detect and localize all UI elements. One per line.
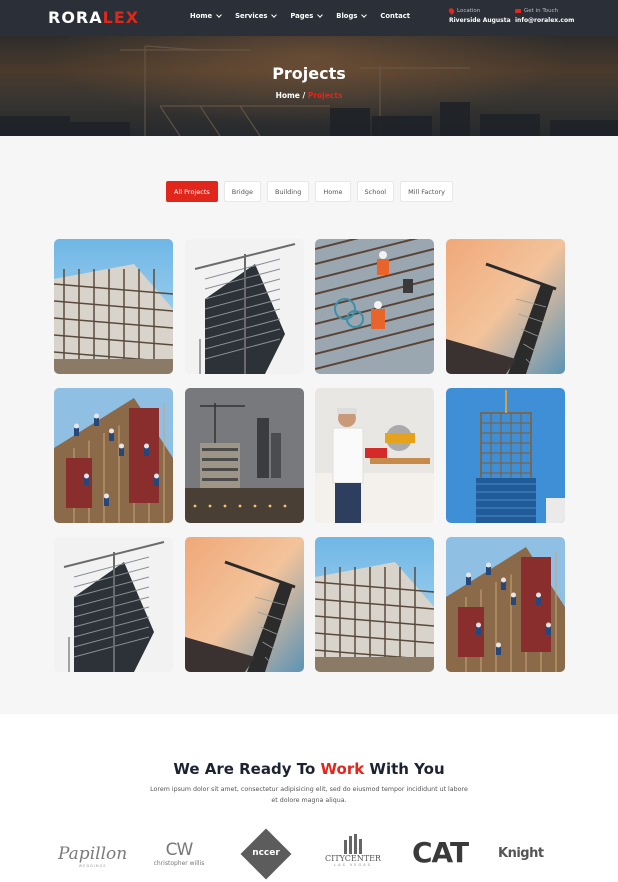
project-thumbnail[interactable] xyxy=(185,239,304,374)
filter-school[interactable]: School xyxy=(356,181,395,202)
main-nav: Home Services Pages Blogs Contact xyxy=(190,11,410,20)
project-thumbnail[interactable] xyxy=(446,239,565,374)
banner-skyline-illustration xyxy=(0,45,618,136)
chevron-down-icon xyxy=(216,11,222,18)
project-image xyxy=(446,239,565,374)
citycenter-skyline-icon xyxy=(344,834,362,854)
projects-section: All Projects Bridge Building Home School… xyxy=(0,136,618,714)
project-image xyxy=(446,537,565,672)
project-image xyxy=(185,388,304,523)
page-banner: Projects Home / Projects xyxy=(0,36,618,136)
filter-bridge[interactable]: Bridge xyxy=(223,181,261,202)
breadcrumb-home-link[interactable]: Home xyxy=(276,91,300,100)
project-image xyxy=(315,388,434,523)
project-thumbnail[interactable] xyxy=(185,537,304,672)
partner-logo-papillon: Papillon WEDDINGS xyxy=(58,844,128,868)
project-thumbnail[interactable] xyxy=(446,537,565,672)
project-thumbnail[interactable] xyxy=(446,388,565,523)
nav-item-contact[interactable]: Contact xyxy=(380,12,410,20)
envelope-icon xyxy=(515,9,521,13)
contact-email[interactable]: info@roralex.com xyxy=(515,17,574,24)
ready-section: We Are Ready To Work With You Lorem ipsu… xyxy=(0,714,618,882)
nav-item-blogs[interactable]: Blogs xyxy=(336,11,368,20)
location-info: Location Riverside Augusta xyxy=(447,7,511,24)
filter-mill-factory[interactable]: Mill Factory xyxy=(400,181,453,202)
location-pin-icon xyxy=(447,7,456,15)
filter-all-projects[interactable]: All Projects xyxy=(166,181,218,202)
breadcrumb: Home / Projects xyxy=(275,91,343,100)
filter-building[interactable]: Building xyxy=(266,181,310,202)
chevron-down-icon xyxy=(317,11,324,18)
project-image xyxy=(185,239,304,374)
project-image xyxy=(54,239,173,374)
project-image xyxy=(185,537,304,672)
project-image xyxy=(315,239,434,374)
project-image xyxy=(446,388,565,523)
location-value: Riverside Augusta xyxy=(449,17,511,24)
partner-logo-citycenter: CITYCENTER LAS VEGAS xyxy=(322,834,384,867)
project-filter-bar: All Projects Bridge Building Home School… xyxy=(166,181,453,202)
project-image xyxy=(54,388,173,523)
chevron-down-icon xyxy=(271,11,278,18)
contact-info: Get in Touch info@roralex.com xyxy=(515,8,575,24)
project-thumbnail[interactable] xyxy=(54,239,173,374)
nav-item-services[interactable]: Services xyxy=(235,11,278,20)
project-thumbnail[interactable] xyxy=(315,388,434,523)
nav-item-pages[interactable]: Pages xyxy=(290,11,324,20)
project-image xyxy=(54,537,173,672)
project-thumbnail[interactable] xyxy=(54,388,173,523)
chevron-down-icon xyxy=(361,11,368,18)
project-image xyxy=(315,537,434,672)
partner-logos: Papillon WEDDINGS CW christopher willis … xyxy=(0,826,618,882)
filter-home[interactable]: Home xyxy=(315,181,351,202)
project-thumbnail[interactable] xyxy=(315,239,434,374)
ready-heading: We Are Ready To Work With You xyxy=(173,760,445,778)
partner-logo-cat: CAT xyxy=(412,836,469,869)
project-thumbnail[interactable] xyxy=(54,537,173,672)
nav-item-home[interactable]: Home xyxy=(190,11,222,20)
partner-logo-knight: Knight xyxy=(498,846,544,861)
site-logo[interactable]: RORALEX xyxy=(48,8,139,27)
top-navigation-bar: RORALEX Home Services Pages Blogs Contac… xyxy=(0,0,618,36)
project-thumbnail[interactable] xyxy=(315,537,434,672)
partner-logo-christopher-willis: CW christopher willis xyxy=(153,840,205,867)
breadcrumb-current: Projects xyxy=(307,91,343,100)
project-thumbnail[interactable] xyxy=(185,388,304,523)
page-title: Projects xyxy=(272,64,346,83)
ready-description: Lorem ipsum dolor sit amet, consectetur … xyxy=(150,786,468,804)
partner-logo-nccer: nccer xyxy=(240,828,292,880)
